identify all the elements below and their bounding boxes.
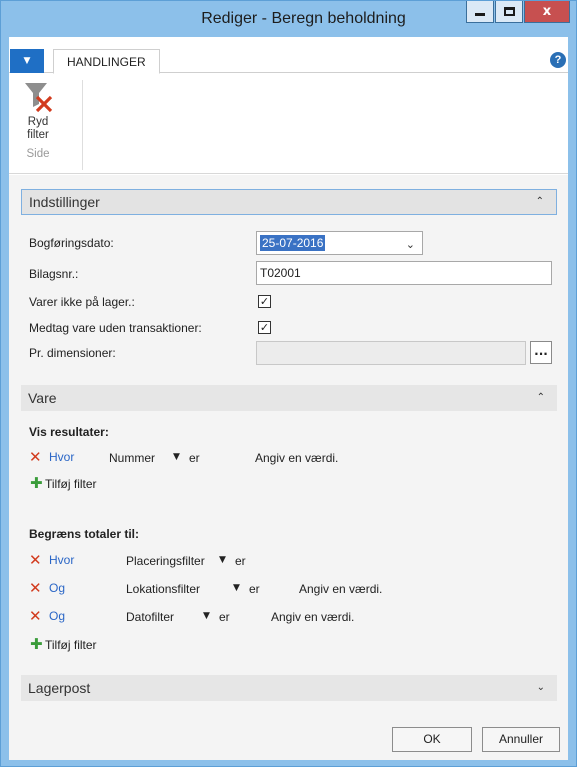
- filter-value[interactable]: Angiv en værdi.: [255, 451, 338, 465]
- filter-operator: er: [235, 554, 246, 568]
- posting-date-value: 25-07-2016: [260, 235, 326, 251]
- ribbon-body: Ryd filter Side: [9, 74, 568, 174]
- document-no-label: Bilagsnr.:: [29, 267, 79, 281]
- dialog-content: ▼ HANDLINGER ? Ryd filter Side Indstilli…: [9, 37, 568, 760]
- document-no-field[interactable]: T02001: [256, 261, 552, 285]
- section-title-ledger: Lagerpost: [28, 680, 91, 696]
- by-dimensions-lookup-button[interactable]: ...: [530, 341, 552, 364]
- close-icon: x: [542, 4, 552, 19]
- posting-date-field[interactable]: 25-07-2016 ⌄: [256, 231, 423, 255]
- section-header-ledger[interactable]: Lagerpost ⌄: [21, 675, 557, 701]
- include-no-transactions-checkbox[interactable]: ✓: [258, 321, 271, 334]
- filter-conjunction[interactable]: Og: [49, 609, 65, 623]
- filter-value[interactable]: Angiv en værdi.: [271, 610, 354, 624]
- filter-conjunction[interactable]: Hvor: [49, 553, 74, 567]
- items-not-on-inventory-checkbox[interactable]: ✓: [258, 295, 271, 308]
- remove-filter-icon[interactable]: ✕: [29, 450, 42, 465]
- maximize-button[interactable]: [495, 1, 523, 23]
- filter-operator: er: [189, 451, 200, 465]
- ok-button[interactable]: OK: [392, 727, 472, 752]
- chevron-up-icon: ⌃: [536, 392, 545, 403]
- by-dimensions-label: Pr. dimensioner:: [29, 346, 116, 360]
- clear-filter-label-line1: Ryd: [27, 116, 49, 128]
- filter-operator: er: [219, 610, 230, 624]
- maximize-icon: [503, 7, 515, 16]
- ribbon-tab-strip: ▼ HANDLINGER ?: [9, 49, 568, 74]
- dropdown-arrow-icon: ▼: [23, 56, 31, 66]
- filter-field[interactable]: Nummer: [109, 451, 155, 465]
- include-no-transactions-label: Medtag vare uden transaktioner:: [29, 321, 202, 335]
- posting-date-label: Bogføringsdato:: [29, 236, 114, 250]
- by-dimensions-field[interactable]: [256, 341, 526, 365]
- caret-down-icon[interactable]: ▼: [233, 583, 240, 593]
- clear-filter-label-line2: filter: [27, 129, 49, 141]
- section-title-settings: Indstillinger: [29, 194, 100, 210]
- window-frame-left: [1, 35, 9, 766]
- add-filter-link[interactable]: Tilføj filter: [45, 477, 97, 491]
- filter-conjunction[interactable]: Hvor: [49, 450, 74, 464]
- items-not-on-inventory-label: Varer ikke på lager.:: [29, 295, 135, 309]
- limit-totals-label: Begræns totaler til:: [29, 527, 140, 541]
- add-filter-icon[interactable]: ✚: [30, 637, 43, 652]
- caret-down-icon[interactable]: ▼: [173, 452, 180, 462]
- titlebar[interactable]: Rediger - Beregn beholdning x: [1, 1, 576, 37]
- minimize-button[interactable]: [466, 1, 494, 23]
- filter-field[interactable]: Placeringsfilter: [126, 554, 205, 568]
- close-button[interactable]: x: [524, 1, 570, 23]
- filter-field[interactable]: Datofilter: [126, 610, 174, 624]
- remove-filter-icon[interactable]: ✕: [29, 609, 42, 624]
- dialog-window: Rediger - Beregn beholdning x ▼ HANDLING…: [0, 0, 577, 767]
- window-frame-right: [568, 35, 576, 766]
- remove-filter-icon[interactable]: ✕: [29, 553, 42, 568]
- filter-field[interactable]: Lokationsfilter: [126, 582, 200, 596]
- minimize-icon: [475, 13, 485, 16]
- filter-conjunction[interactable]: Og: [49, 581, 65, 595]
- clear-filter-label: Ryd filter: [23, 116, 53, 142]
- app-menu-button[interactable]: ▼: [10, 49, 44, 73]
- add-filter-link[interactable]: Tilføj filter: [45, 638, 97, 652]
- cancel-button[interactable]: Annuller: [482, 727, 560, 752]
- chevron-up-icon: ⌃: [535, 196, 544, 207]
- caret-down-icon[interactable]: ▼: [203, 611, 210, 621]
- tab-handlinger[interactable]: HANDLINGER: [53, 49, 160, 74]
- chevron-down-icon: ⌄: [536, 682, 545, 693]
- filter-operator: er: [249, 582, 260, 596]
- remove-filter-icon[interactable]: ✕: [29, 581, 42, 596]
- add-filter-icon[interactable]: ✚: [30, 476, 43, 491]
- ribbon-group-name: Side: [26, 148, 50, 160]
- help-icon[interactable]: ?: [550, 52, 566, 68]
- section-header-settings[interactable]: Indstillinger ⌃: [21, 189, 557, 215]
- chevron-down-icon[interactable]: ⌄: [406, 234, 415, 256]
- clear-filter-icon: [25, 83, 53, 113]
- section-header-item[interactable]: Vare ⌃: [21, 385, 557, 411]
- caret-down-icon[interactable]: ▼: [219, 555, 226, 565]
- filter-value[interactable]: Angiv en værdi.: [299, 582, 382, 596]
- section-title-item: Vare: [28, 390, 57, 406]
- show-results-label: Vis resultater:: [29, 425, 109, 439]
- clear-filter-button[interactable]: Ryd filter: [23, 80, 57, 144]
- ribbon-group-side: Ryd filter Side: [23, 80, 83, 170]
